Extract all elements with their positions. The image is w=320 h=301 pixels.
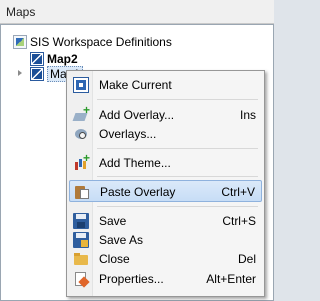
menu-item-overlays[interactable]: Overlays... <box>69 123 262 145</box>
map-icon <box>30 52 44 66</box>
menu-item-label: Paste Overlay <box>100 185 176 199</box>
menu-item-paste-overlay[interactable]: Paste Overlay Ctrl+V <box>69 180 262 202</box>
map-icon <box>30 67 44 81</box>
workspace-icon <box>13 35 27 49</box>
menu-separator <box>97 99 258 100</box>
tree-item-workspace-label: SIS Workspace Definitions <box>30 35 172 49</box>
context-menu: Make Current Add Overlay... Ins Overlays… <box>66 70 265 297</box>
overlays-icon <box>73 126 89 142</box>
expand-arrow-icon[interactable] <box>18 70 22 76</box>
menu-item-close[interactable]: Close Del <box>69 248 262 270</box>
properties-icon <box>73 271 89 287</box>
menu-item-label: Properties... <box>99 272 164 286</box>
add-theme-icon <box>73 151 90 171</box>
menu-item-label: Make Current <box>99 78 172 92</box>
menu-item-shortcut: Ctrl+S <box>222 214 256 228</box>
tree-item-map2-label: Map2 <box>47 52 78 66</box>
menu-item-shortcut: Ctrl+V <box>221 185 255 199</box>
menu-item-add-theme[interactable]: Add Theme... <box>69 151 262 174</box>
menu-separator <box>97 206 258 207</box>
menu-separator <box>97 148 258 149</box>
add-overlay-icon <box>73 103 90 123</box>
save-as-icon <box>73 232 89 248</box>
menu-item-label: Save As <box>99 233 144 247</box>
tree-item-workspace[interactable]: SIS Workspace Definitions <box>13 34 172 50</box>
menu-item-shortcut: Ins <box>239 108 256 122</box>
menu-item-label: Overlays... <box>99 127 157 141</box>
menu-item-label: Save <box>99 214 127 228</box>
panel-title: Maps <box>6 5 36 19</box>
menu-item-label: Add Theme... <box>99 156 171 170</box>
save-icon <box>73 213 89 229</box>
make-current-icon <box>73 77 89 93</box>
menu-item-make-current[interactable]: Make Current <box>69 74 262 96</box>
menu-item-label: Add Overlay... <box>99 108 175 122</box>
menu-item-label: Close <box>99 252 130 266</box>
menu-item-properties[interactable]: Properties... Alt+Enter <box>69 268 262 290</box>
tree-item-map2[interactable]: Map2 <box>30 51 78 67</box>
paste-icon <box>74 184 90 200</box>
close-folder-icon <box>73 251 89 267</box>
menu-separator <box>97 176 258 177</box>
menu-item-shortcut: Del <box>237 252 256 266</box>
panel-title-bar: Maps <box>0 0 274 24</box>
menu-item-shortcut: Alt+Enter <box>206 272 256 286</box>
